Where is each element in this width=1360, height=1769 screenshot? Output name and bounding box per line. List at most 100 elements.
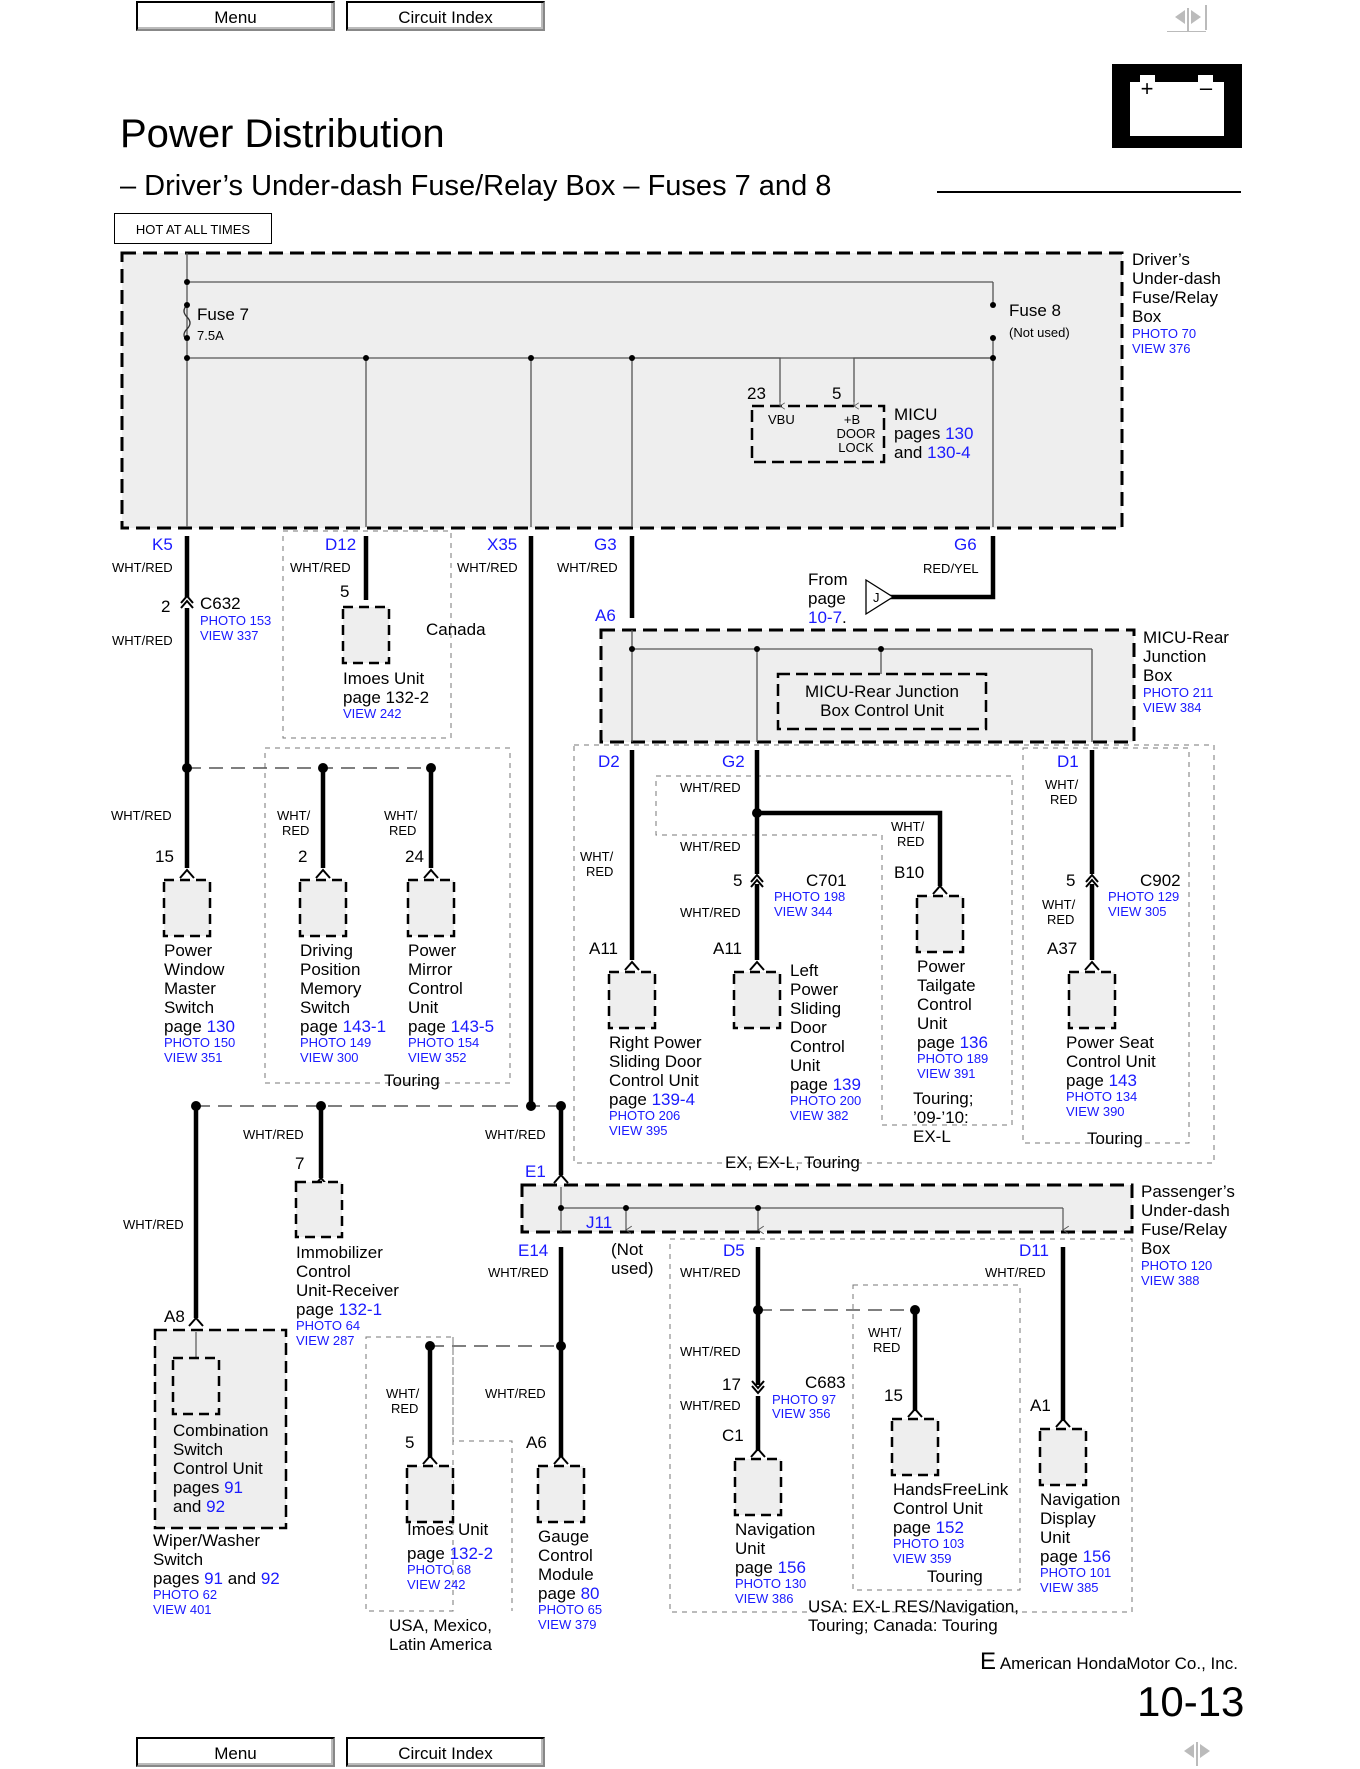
page-arrows-bottom[interactable] — [1178, 1738, 1234, 1768]
micu-rear-view-link[interactable]: VIEW 384 — [1143, 700, 1202, 715]
left-component-2-photo-link[interactable]: PHOTO 149 — [300, 1035, 371, 1050]
gauge-control-module-page-link[interactable]: 80 — [581, 1584, 600, 1603]
prev-page-icon-bottom[interactable] — [1184, 1744, 1194, 1758]
left-component-3-view-link[interactable]: VIEW 352 — [408, 1050, 467, 1065]
pin-j11: J11 — [586, 1213, 612, 1232]
immobilizer-page-link[interactable]: 132-1 — [339, 1300, 382, 1319]
power-tailgate-cu-page-link[interactable]: 136 — [960, 1033, 988, 1052]
left-component-2-view-link[interactable]: VIEW 300 — [300, 1050, 359, 1065]
wiper-page-92-link[interactable]: 92 — [261, 1569, 280, 1588]
wire-gauge: WHT/RED — [485, 1386, 546, 1401]
menu-button-bottom[interactable]: Menu — [136, 1737, 335, 1767]
circuit-index-button-bottom[interactable]: Circuit Index — [346, 1737, 545, 1767]
wire-imoes-usa-2: RED — [391, 1401, 418, 1416]
hfl-region-label: Touring — [927, 1567, 983, 1586]
navigation-unit-page-link[interactable]: 156 — [778, 1558, 806, 1577]
navigation-unit-photo-link[interactable]: PHOTO 130 — [735, 1576, 806, 1591]
left-component-1-name-2: Window — [164, 960, 225, 979]
wire-a37-1: WHT/ — [1042, 897, 1076, 912]
immobilizer-page: page 132-1 — [296, 1300, 382, 1319]
gauge-control-module-pin: A6 — [526, 1433, 547, 1452]
c902-photo-link[interactable]: PHOTO 129 — [1108, 889, 1179, 904]
right-sliding-door-cu-page-link[interactable]: 139-4 — [652, 1090, 695, 1109]
gauge-control-module-name-3: Module — [538, 1565, 594, 1584]
gauge-control-module-view-link[interactable]: VIEW 379 — [538, 1617, 597, 1632]
gauge-control-module-photo-link[interactable]: PHOTO 65 — [538, 1602, 602, 1617]
handsfreelink-cu-view-link[interactable]: VIEW 359 — [893, 1551, 952, 1566]
micu-pin-23: 23 — [747, 384, 766, 403]
immobilizer-photo-link[interactable]: PHOTO 64 — [296, 1318, 360, 1333]
handsfreelink-cu-unit — [890, 1417, 940, 1477]
left-component-1-photo-link[interactable]: PHOTO 150 — [164, 1035, 235, 1050]
imoes-usa-view-link[interactable]: VIEW 242 — [407, 1577, 466, 1592]
imoes-canada-view-link[interactable]: VIEW 242 — [343, 706, 402, 721]
c632-view-link[interactable]: VIEW 337 — [200, 628, 259, 643]
drivers-box-view-link[interactable]: VIEW 376 — [1132, 341, 1191, 356]
wire-d12: WHT/RED — [290, 560, 351, 575]
combination-page-92-link[interactable]: 92 — [206, 1497, 225, 1516]
power-seat-cu-view-link[interactable]: VIEW 390 — [1066, 1104, 1125, 1119]
immobilizer-view-link[interactable]: VIEW 287 — [296, 1333, 355, 1348]
next-page-icon-bottom[interactable] — [1200, 1744, 1210, 1758]
c701-view-link[interactable]: VIEW 344 — [774, 904, 833, 919]
right-sliding-door-cu-photo-link[interactable]: PHOTO 206 — [609, 1108, 680, 1123]
wire-d1-1: WHT/ — [1045, 777, 1079, 792]
navigation-unit-view-link[interactable]: VIEW 386 — [735, 1591, 794, 1606]
c632-pin: 2 — [161, 597, 170, 616]
micu-page-130-link[interactable]: 130 — [945, 424, 973, 443]
left-sliding-door-cu-view-link[interactable]: VIEW 382 — [790, 1108, 849, 1123]
left-component-3-name-3: Control — [408, 979, 463, 998]
power-tailgate-cu-view-link[interactable]: VIEW 391 — [917, 1066, 976, 1081]
wiper-page-91-link[interactable]: 91 — [204, 1569, 223, 1588]
left-component-2-pin: 2 — [298, 847, 307, 866]
imoes-usa-page-link[interactable]: 132-2 — [450, 1544, 493, 1563]
left-component-3-unit — [406, 878, 456, 938]
power-tailgate-cu-photo-link[interactable]: PHOTO 189 — [917, 1051, 988, 1066]
c683-photo-link[interactable]: PHOTO 97 — [772, 1392, 836, 1407]
power-seat-cu-name-1: Power Seat — [1066, 1033, 1154, 1052]
c701-name: C701 — [806, 871, 847, 890]
power-seat-cu-page-link[interactable]: 143 — [1109, 1071, 1137, 1090]
wiper-washer-photo-link[interactable]: PHOTO 62 — [153, 1587, 217, 1602]
wire-pmcu-2: RED — [389, 823, 416, 838]
navigation-display-unit-photo-link[interactable]: PHOTO 101 — [1040, 1565, 1111, 1580]
c632-photo-link[interactable]: PHOTO 153 — [200, 613, 271, 628]
left-component-1-unit — [162, 878, 212, 938]
combination-page-91-link[interactable]: 91 — [224, 1478, 243, 1497]
imoes-canada-name: Imoes Unit — [343, 669, 425, 688]
navigation-display-unit-page-link[interactable]: 156 — [1083, 1547, 1111, 1566]
left-sliding-door-cu-photo-link[interactable]: PHOTO 200 — [790, 1093, 861, 1108]
c902-view-link[interactable]: VIEW 305 — [1108, 904, 1167, 919]
wire-k5: WHT/RED — [112, 560, 173, 575]
left-component-1-name-3: Master — [164, 979, 216, 998]
navigation-display-unit-view-link[interactable]: VIEW 385 — [1040, 1580, 1099, 1595]
passenger-box-name-2: Under-dash — [1141, 1201, 1230, 1220]
left-component-3-photo-link[interactable]: PHOTO 154 — [408, 1035, 479, 1050]
fuse-7-label: Fuse 7 — [197, 305, 249, 324]
handsfreelink-cu-photo-link[interactable]: PHOTO 103 — [893, 1536, 964, 1551]
micu-page-130-4-link[interactable]: 130-4 — [927, 443, 970, 462]
handsfreelink-cu-page-link[interactable]: 152 — [936, 1518, 964, 1537]
c683-view-link[interactable]: VIEW 356 — [772, 1406, 831, 1421]
pin-d2: D2 — [598, 752, 620, 771]
left-component-2-page-link[interactable]: 143-1 — [343, 1017, 386, 1036]
drivers-box-photo-link[interactable]: PHOTO 70 — [1132, 326, 1196, 341]
left-component-1-view-link[interactable]: VIEW 351 — [164, 1050, 223, 1065]
left-component-2-name-2: Position — [300, 960, 360, 979]
left-component-3-name-4: Unit — [408, 998, 439, 1017]
c701-photo-link[interactable]: PHOTO 198 — [774, 889, 845, 904]
left-sliding-door-cu-page-link[interactable]: 139 — [833, 1075, 861, 1094]
left-component-3-page-link[interactable]: 143-5 — [451, 1017, 494, 1036]
left-component-1-page-link[interactable]: 130 — [207, 1017, 235, 1036]
wiper-washer-view-link[interactable]: VIEW 401 — [153, 1602, 212, 1617]
combination-pages-2: and 92 — [173, 1497, 225, 1516]
micu-rear-photo-link[interactable]: PHOTO 211 — [1143, 685, 1213, 700]
passenger-box-photo-link[interactable]: PHOTO 120 — [1141, 1258, 1212, 1273]
passenger-box-view-link[interactable]: VIEW 388 — [1141, 1273, 1200, 1288]
power-seat-cu-pin: A37 — [1047, 939, 1077, 958]
right-sliding-door-cu-name-3: Control Unit — [609, 1071, 699, 1090]
from-page-10-7-link[interactable]: 10-7 — [808, 608, 842, 627]
imoes-usa-photo-link[interactable]: PHOTO 68 — [407, 1562, 471, 1577]
right-sliding-door-cu-view-link[interactable]: VIEW 395 — [609, 1123, 668, 1138]
power-seat-cu-photo-link[interactable]: PHOTO 134 — [1066, 1089, 1137, 1104]
